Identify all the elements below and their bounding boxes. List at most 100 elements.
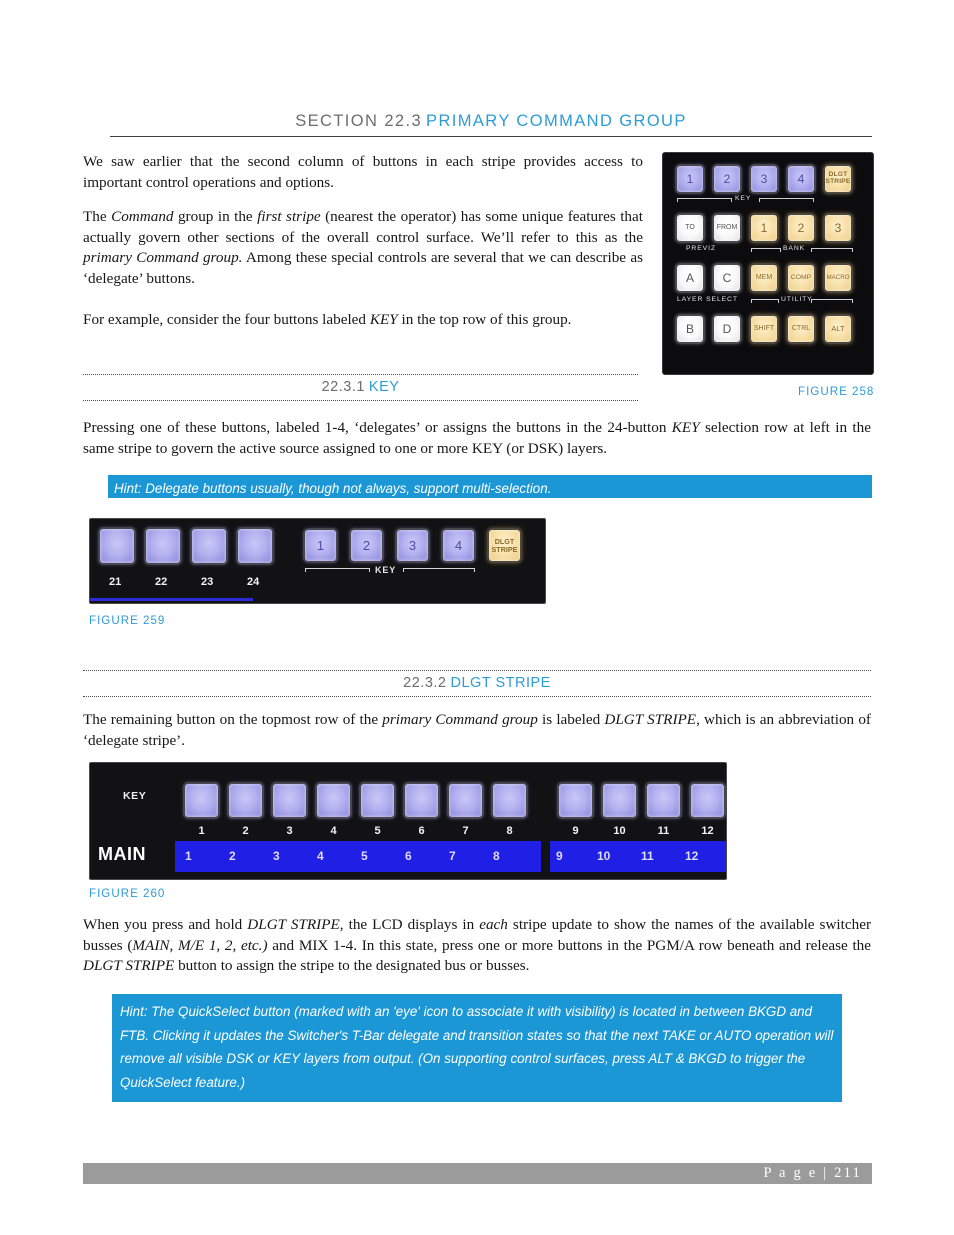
emphasis-primary-command-group: primary Command group — [382, 711, 538, 728]
panel-button-comp[interactable]: COMP — [786, 263, 816, 293]
button-label: MEM — [755, 274, 773, 282]
panel-button-layer-c[interactable]: C — [712, 263, 742, 293]
figure-260-main-bus-stripe: KEY MAIN 1 2 3 4 5 6 7 8 9 10 11 12 1 2 … — [89, 762, 727, 880]
figure-258-primary-command-group-panel: 1 2 3 4 DLGT STRIPE KEY TO FROM 1 2 3 PR… — [662, 152, 874, 375]
button-label: ALT — [831, 324, 845, 334]
panel-button-key-1[interactable]: 1 — [303, 528, 338, 563]
previz-group-label: PREVIZ — [686, 245, 716, 252]
paragraph-dlgt-stripe-usage: When you press and hold DLGT STRIPE, the… — [83, 915, 871, 977]
panel-button-source-23[interactable] — [190, 527, 228, 565]
text-fragment: , the LCD displays in — [339, 916, 480, 933]
button-number-7: 7 — [462, 825, 469, 837]
emphasis-key: KEY — [369, 311, 398, 328]
panel-button-key-3[interactable] — [271, 782, 308, 819]
panel-button-key-6[interactable] — [403, 782, 440, 819]
panel-button-bank-1[interactable]: 1 — [749, 213, 779, 243]
panel-button-previz-from[interactable]: FROM — [712, 213, 742, 243]
panel-button-bank-3[interactable]: 3 — [823, 213, 853, 243]
source-number-21: 21 — [109, 576, 122, 588]
button-label: 4 — [454, 537, 463, 553]
subsection-number: 22.3.2 — [403, 675, 447, 691]
button-number-6: 6 — [418, 825, 425, 837]
panel-button-key-3[interactable]: 3 — [395, 528, 430, 563]
hint-box-quickselect: Hint: The QuickSelect button (marked wit… — [112, 994, 842, 1102]
panel-button-layer-b[interactable]: B — [675, 314, 705, 344]
button-number-8: 8 — [506, 825, 513, 837]
panel-button-previz-to[interactable]: TO — [675, 213, 705, 243]
button-number-12: 12 — [701, 825, 714, 837]
panel-button-mem[interactable]: MEM — [749, 263, 779, 293]
panel-button-alt[interactable]: ALT — [823, 314, 853, 344]
lcd-text-9: 9 — [556, 849, 563, 863]
panel-button-key-7[interactable] — [447, 782, 484, 819]
key-row-label: KEY — [123, 790, 147, 802]
utility-group-brace-left — [751, 299, 779, 303]
button-number-4: 4 — [330, 825, 337, 837]
text-fragment: When you press and hold — [83, 916, 248, 933]
key-group-brace-left — [305, 568, 370, 572]
text-fragment: group in the — [173, 208, 258, 225]
panel-button-key-8[interactable] — [491, 782, 528, 819]
button-label: 3 — [760, 171, 768, 186]
subsection-number: 22.3.1 — [321, 379, 365, 395]
button-number-1: 1 — [198, 825, 205, 837]
panel-button-key-2[interactable] — [227, 782, 264, 819]
panel-button-dlgt-stripe[interactable]: DLGT STRIPE — [487, 528, 522, 563]
text-fragment: The remaining button on the topmost row … — [83, 711, 383, 728]
panel-button-key-9[interactable] — [557, 782, 594, 819]
panel-button-macro[interactable]: MACRO — [823, 263, 853, 293]
figure-259-key-selection-row: 21 22 23 24 1 2 3 4 DLGT STRIPE KEY — [89, 518, 546, 604]
panel-button-key-5[interactable] — [359, 782, 396, 819]
panel-button-bank-2[interactable]: 2 — [786, 213, 816, 243]
lcd-text-1: 1 — [185, 849, 192, 863]
button-label: 2 — [723, 171, 731, 186]
panel-button-ctrl[interactable]: CTRL — [786, 314, 816, 344]
emphasis-primary-command-group: primary Command group. — [83, 249, 243, 267]
figure-258-caption: FIGURE 258 — [798, 385, 875, 398]
panel-button-source-24[interactable] — [236, 527, 274, 565]
emphasis-dlgt-stripe: DLGT STRIPE — [604, 711, 697, 728]
paragraph-command-group: The Command group in the first stripe (n… — [83, 207, 643, 289]
section-number: SECTION 22.3 — [295, 112, 423, 130]
panel-button-shift[interactable]: SHIFT — [749, 314, 779, 344]
panel-button-key-12[interactable] — [689, 782, 726, 819]
bus-label-main: MAIN — [98, 844, 146, 864]
panel-button-source-21[interactable] — [98, 527, 136, 565]
footer-bar: P a g e | 211 — [83, 1163, 872, 1184]
subsection-header-key: 22.3.1 KEY — [83, 374, 638, 401]
button-label: COMP — [790, 274, 812, 282]
lcd-text-10: 10 — [597, 849, 611, 863]
lcd-text-12: 12 — [685, 849, 699, 863]
panel-button-key-2[interactable]: 2 — [349, 528, 384, 563]
button-label: C — [722, 270, 732, 285]
lcd-text-6: 6 — [405, 849, 412, 863]
panel-button-key-1[interactable]: 1 — [675, 164, 705, 194]
panel-button-key-4[interactable]: 4 — [786, 164, 816, 194]
panel-button-key-1[interactable] — [183, 782, 220, 819]
button-label: FROM — [716, 224, 738, 232]
text-fragment: is labeled — [537, 711, 605, 728]
panel-button-key-2[interactable]: 2 — [712, 164, 742, 194]
lcd-text-11: 11 — [641, 849, 654, 863]
panel-button-dlgt-stripe[interactable]: DLGT STRIPE — [823, 164, 853, 194]
utility-group-brace-right — [811, 299, 853, 303]
emphasis-dlgt-stripe: DLGT STRIPE — [247, 916, 340, 933]
panel-button-key-4[interactable] — [315, 782, 352, 819]
button-label: DLGT STRIPE — [825, 171, 851, 185]
panel-button-layer-a[interactable]: A — [675, 263, 705, 293]
lcd-text-3: 3 — [273, 849, 280, 863]
text-fragment: and MIX 1-4. In this state, press one or… — [267, 936, 872, 954]
key-group-label: KEY — [375, 565, 397, 575]
panel-button-key-10[interactable] — [601, 782, 638, 819]
button-label: B — [685, 321, 694, 336]
button-label: TO — [685, 224, 695, 232]
button-label: CTRL — [791, 325, 811, 333]
panel-button-source-22[interactable] — [144, 527, 182, 565]
panel-button-layer-d[interactable]: D — [712, 314, 742, 344]
panel-button-key-3[interactable]: 3 — [749, 164, 779, 194]
button-label: 3 — [408, 537, 417, 553]
panel-button-key-4[interactable]: 4 — [441, 528, 476, 563]
panel-button-key-11[interactable] — [645, 782, 682, 819]
page-number: P a g e | 211 — [763, 1165, 862, 1181]
layer-select-group-label: LAYER SELECT — [677, 296, 738, 303]
